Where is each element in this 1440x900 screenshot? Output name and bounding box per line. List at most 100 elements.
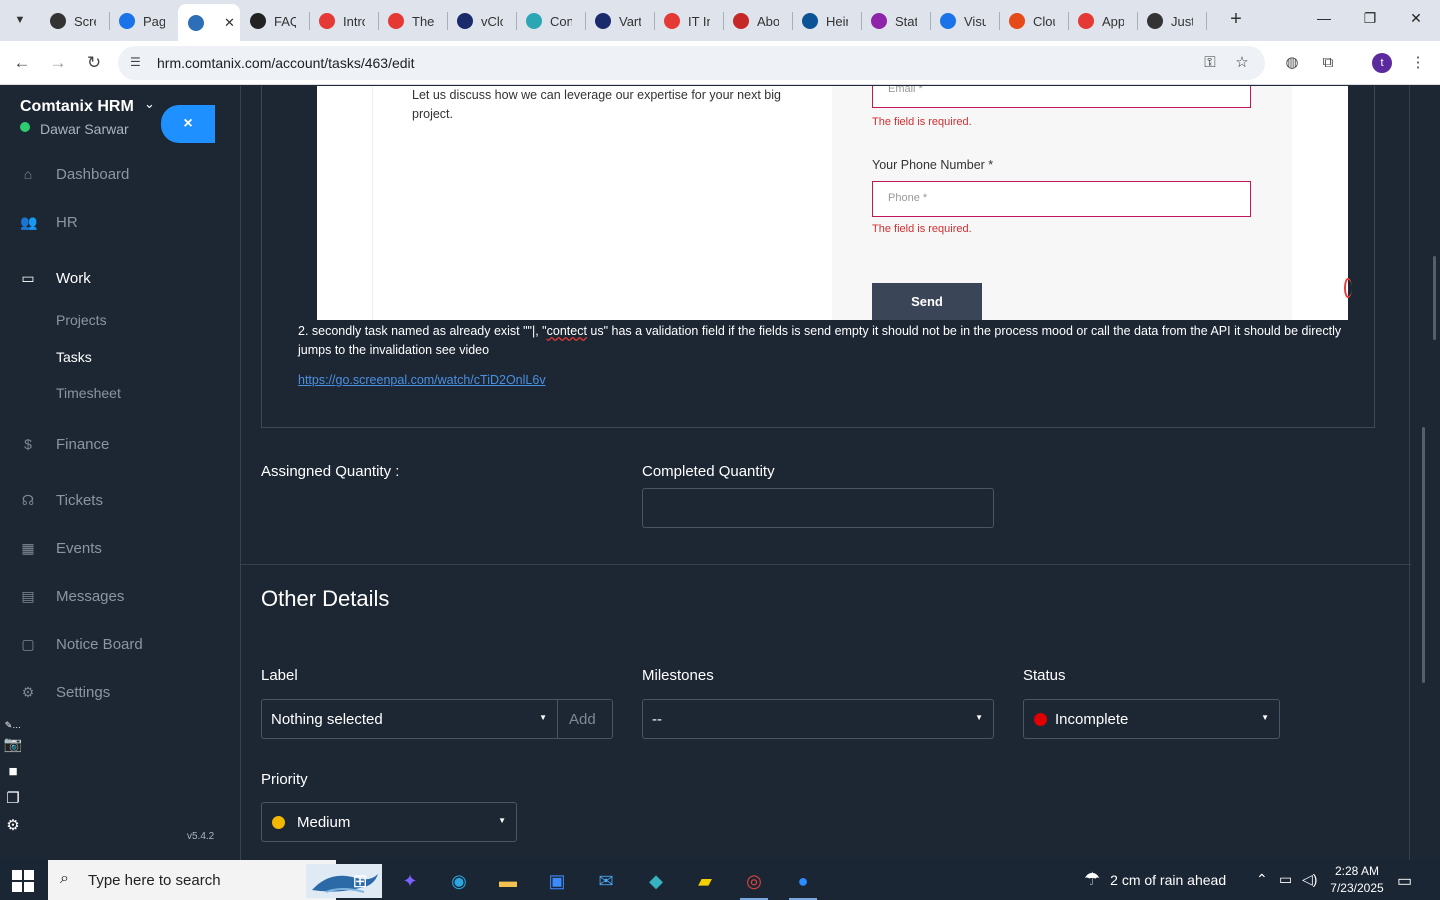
browser-tab[interactable]: vClo bbox=[447, 7, 516, 35]
dollar-icon: $ bbox=[24, 436, 32, 452]
zoom-icon[interactable]: ● bbox=[785, 866, 821, 900]
gear-icon[interactable]: ⚙ bbox=[3, 817, 23, 835]
sticky-notes-icon[interactable]: ▰ bbox=[687, 866, 723, 896]
label-select[interactable]: Nothing selected ▼ bbox=[261, 699, 558, 739]
video-link[interactable]: https://go.screenpal.com/watch/cTiD2OnlL… bbox=[298, 373, 546, 387]
sidebar-subitem-timesheet[interactable]: Timesheet bbox=[56, 385, 121, 401]
headset-icon: ☊ bbox=[21, 492, 35, 508]
browser-tab[interactable]: Just bbox=[1137, 7, 1206, 35]
tab-title: Heir bbox=[826, 13, 848, 29]
profile-avatar[interactable]: t bbox=[1372, 53, 1392, 73]
browser-tab[interactable]: Intro bbox=[309, 7, 378, 35]
sidebar-item-events[interactable]: ▦ Events bbox=[0, 533, 215, 563]
clock-date: 7/23/2025 bbox=[1330, 881, 1384, 895]
site-info-icon[interactable]: ☰ bbox=[130, 55, 146, 71]
new-tab-button[interactable]: + bbox=[1226, 9, 1246, 29]
browser-tab[interactable]: Clou bbox=[999, 7, 1068, 35]
app-diamond-icon[interactable]: ◆ bbox=[638, 866, 674, 896]
sidebar-item-hr[interactable]: 👥 HR bbox=[0, 207, 215, 237]
show-hidden-icons-icon[interactable]: ⌃ bbox=[1256, 871, 1268, 888]
browser-tab[interactable]: App bbox=[1068, 7, 1137, 35]
network-icon[interactable]: ▭ bbox=[1279, 871, 1292, 888]
menu-kebab-icon[interactable]: ⋮ bbox=[1408, 53, 1428, 73]
label-add-button[interactable]: Add bbox=[557, 699, 613, 739]
sidebar-close-button[interactable]: × bbox=[161, 105, 215, 143]
sidebar-item-notice-board[interactable]: ▢ Notice Board bbox=[0, 629, 215, 659]
browser-tab[interactable]: ✕ bbox=[178, 4, 240, 41]
browser-tab[interactable]: Vart bbox=[585, 7, 654, 35]
weather-widget[interactable]: ☂ 2 cm of rain ahead bbox=[1084, 869, 1226, 890]
inner-scroll-thumb[interactable] bbox=[1433, 256, 1436, 340]
completed-quantity-input[interactable] bbox=[642, 488, 994, 528]
embed-email-error: The field is required. bbox=[872, 116, 972, 128]
url-text[interactable]: hrm.comtanix.com/account/tasks/463/edit bbox=[157, 55, 415, 71]
home-icon: ⌂ bbox=[23, 166, 33, 182]
camera-icon[interactable]: 📷 bbox=[3, 736, 23, 754]
forward-button[interactable]: → bbox=[47, 52, 69, 74]
sidebar-subitem-tasks[interactable]: Tasks bbox=[56, 349, 92, 365]
copilot-icon[interactable]: ✦ bbox=[392, 866, 428, 896]
brand-name[interactable]: Comtanix HRM bbox=[20, 98, 134, 116]
tab-title: Just bbox=[1171, 13, 1193, 29]
sidebar-item-work[interactable]: ▭ Work bbox=[0, 263, 215, 293]
video-camera-icon[interactable]: ■ bbox=[3, 763, 23, 781]
sidebar-item-dashboard[interactable]: ⌂ Dashboard bbox=[0, 159, 215, 189]
maximize-button[interactable]: ❐ bbox=[1362, 10, 1378, 26]
sidebar-item-messages[interactable]: ▤ Messages bbox=[0, 581, 215, 611]
milestones-label: Milestones bbox=[642, 667, 714, 684]
sidebar-subitem-projects[interactable]: Projects bbox=[56, 312, 107, 328]
label-field-label: Label bbox=[261, 667, 298, 684]
browser-tab[interactable]: Visu bbox=[930, 7, 999, 35]
tab-search-button[interactable]: ▼ bbox=[8, 8, 32, 32]
close-window-button[interactable]: ✕ bbox=[1408, 10, 1424, 26]
browser-tab[interactable]: IT In bbox=[654, 7, 723, 35]
sidebar-item-label: HR bbox=[56, 213, 78, 231]
pencil-dots-icon[interactable]: ✎… bbox=[3, 716, 23, 734]
chevron-down-icon[interactable]: ⌄ bbox=[144, 96, 155, 112]
task-view-icon[interactable]: ⊞ bbox=[342, 866, 378, 896]
minimize-button[interactable]: — bbox=[1316, 10, 1332, 26]
task-description-text[interactable]: 2. secondly task named as already exist … bbox=[298, 322, 1358, 360]
task-description-editor[interactable]: Let us discuss how we can leverage our e… bbox=[261, 86, 1375, 428]
chrome-icon[interactable]: ◎ bbox=[736, 866, 772, 900]
priority-select[interactable]: Medium ▼ bbox=[261, 802, 517, 842]
embed-phone-input: Phone * bbox=[872, 181, 1251, 217]
browser-tab[interactable]: FAQ bbox=[240, 7, 309, 35]
sidebar-item-tickets[interactable]: ☊ Tickets bbox=[0, 485, 215, 515]
back-button[interactable]: ← bbox=[11, 52, 33, 74]
browser-tab[interactable]: Con bbox=[516, 7, 585, 35]
bookmark-star-icon[interactable]: ☆ bbox=[1233, 54, 1251, 72]
notification-icon[interactable]: ▭ bbox=[1397, 871, 1412, 891]
edge-icon[interactable]: ◉ bbox=[441, 866, 477, 896]
browser-tab[interactable]: The bbox=[378, 7, 447, 35]
file-explorer-icon[interactable]: ▬ bbox=[490, 866, 526, 896]
scroll-thumb[interactable] bbox=[1422, 427, 1425, 683]
sidebar-item-finance[interactable]: $ Finance bbox=[0, 429, 215, 459]
milestones-select[interactable]: -- ▼ bbox=[642, 699, 994, 739]
browser-tab[interactable]: Pag bbox=[109, 7, 178, 35]
password-key-icon[interactable]: ⚿ bbox=[1201, 54, 1219, 72]
reload-button[interactable]: ↻ bbox=[83, 52, 105, 74]
address-bar[interactable]: ☰ hrm.comtanix.com/account/tasks/463/edi… bbox=[118, 46, 1265, 80]
volume-icon[interactable]: ◁) bbox=[1302, 871, 1317, 888]
translate-icon[interactable]: ◍ bbox=[1282, 53, 1302, 73]
tab-title: Scre bbox=[74, 13, 96, 29]
browser-tab[interactable]: Scre bbox=[40, 7, 109, 35]
main-content: Let us discuss how we can leverage our e… bbox=[215, 86, 1440, 860]
extensions-icon[interactable]: ⧉ bbox=[1318, 53, 1338, 73]
windows-start-icon[interactable] bbox=[12, 870, 34, 892]
taskbar-search-box[interactable]: ⌕ Type here to search bbox=[48, 860, 382, 900]
mail-icon[interactable]: ✉ bbox=[588, 866, 624, 896]
taskbar-clock[interactable]: 2:28 AM 7/23/2025 bbox=[1328, 863, 1386, 897]
page-scrollbar[interactable] bbox=[1419, 86, 1440, 860]
store-icon[interactable]: ▣ bbox=[539, 866, 575, 896]
copy-window-icon[interactable]: ❐ bbox=[3, 790, 23, 808]
sidebar-item-settings[interactable]: ⚙ Settings bbox=[0, 677, 215, 707]
other-details-title: Other Details bbox=[261, 586, 390, 611]
sidebar-item-label: Settings bbox=[56, 683, 111, 701]
browser-tab[interactable]: Abo bbox=[723, 7, 792, 35]
browser-tab[interactable]: Heir bbox=[792, 7, 861, 35]
status-select[interactable]: Incomplete ▼ bbox=[1023, 699, 1280, 739]
browser-tab[interactable]: Stat bbox=[861, 7, 930, 35]
close-tab-icon[interactable]: ✕ bbox=[224, 15, 235, 31]
